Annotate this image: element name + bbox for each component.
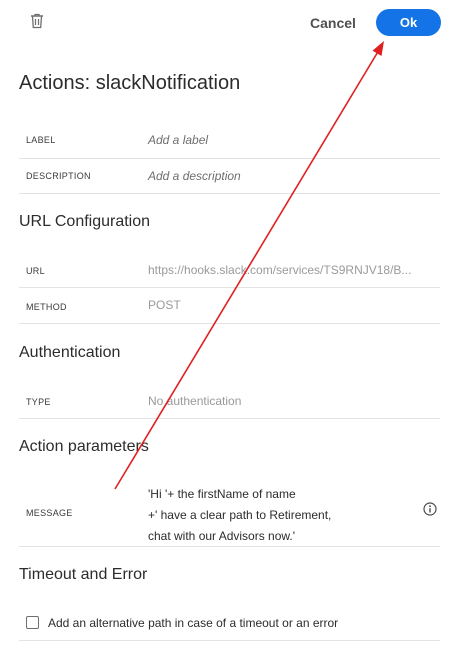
alternative-path-checkbox[interactable] bbox=[26, 616, 39, 629]
message-field-label: MESSAGE bbox=[26, 508, 73, 518]
method-field-label: METHOD bbox=[26, 302, 67, 312]
action-parameters-title: Action parameters bbox=[19, 438, 149, 455]
url-field-label: URL bbox=[26, 266, 45, 276]
page-title: Actions: slackNotification bbox=[19, 72, 241, 94]
label-row: LABEL Add a label bbox=[19, 122, 440, 159]
url-value[interactable]: https://hooks.slack.com/services/TS9RNJV… bbox=[148, 263, 411, 277]
cancel-button[interactable]: Cancel bbox=[310, 15, 356, 31]
ok-button[interactable]: Ok bbox=[376, 9, 441, 36]
toolbar: Cancel Ok bbox=[0, 0, 466, 46]
annotation-arrow bbox=[114, 41, 384, 490]
message-row: MESSAGE 'Hi '+ the firstName of name +' … bbox=[19, 477, 440, 547]
label-input[interactable]: Add a label bbox=[148, 133, 208, 147]
method-row: METHOD POST bbox=[19, 287, 440, 324]
description-row: DESCRIPTION Add a description bbox=[19, 158, 440, 194]
timeout-error-title: Timeout and Error bbox=[19, 566, 148, 583]
url-row: URL https://hooks.slack.com/services/TS9… bbox=[19, 252, 440, 288]
auth-type-row: TYPE No authentication bbox=[19, 383, 440, 419]
auth-type-field-label: TYPE bbox=[26, 397, 51, 407]
info-icon[interactable] bbox=[423, 502, 437, 516]
method-value[interactable]: POST bbox=[148, 298, 181, 312]
authentication-title: Authentication bbox=[19, 344, 121, 361]
alternative-path-label[interactable]: Add an alternative path in case of a tim… bbox=[48, 616, 338, 630]
message-value[interactable]: 'Hi '+ the firstName of name +' have a c… bbox=[148, 484, 331, 547]
label-field-label: LABEL bbox=[26, 135, 56, 145]
alternative-path-row: Add an alternative path in case of a tim… bbox=[19, 608, 440, 641]
trash-icon[interactable] bbox=[30, 13, 44, 29]
description-field-label: DESCRIPTION bbox=[26, 171, 91, 181]
description-input[interactable]: Add a description bbox=[148, 169, 241, 183]
url-configuration-title: URL Configuration bbox=[19, 213, 151, 230]
auth-type-value[interactable]: No authentication bbox=[148, 394, 241, 408]
